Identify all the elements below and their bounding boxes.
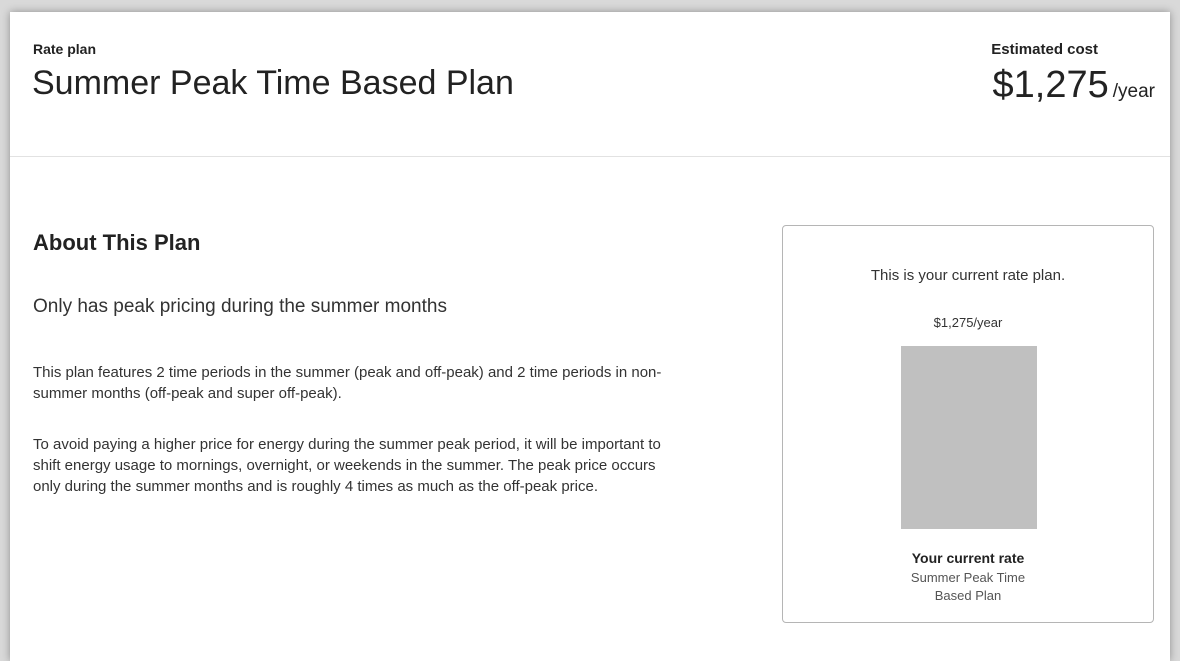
current-rate-title: Your current rate [911,550,1025,566]
estimated-cost: $1,275/year [993,64,1155,107]
rate-plan-panel: Rate plan Summer Peak Time Based Plan Es… [10,12,1170,661]
current-rate-card: This is your current rate plan. $1,275/y… [782,225,1154,623]
about-subtitle: Only has peak pricing during the summer … [33,296,447,317]
estimated-cost-label: Estimated cost [991,41,1098,58]
cost-amount: $1,275 [992,64,1109,106]
cost-unit: /year [1112,81,1155,102]
current-rate-name: Summer Peak Time Based Plan [910,570,1026,603]
plan-header: Rate plan Summer Peak Time Based Plan Es… [10,12,1170,157]
about-heading: About This Plan [33,230,201,255]
plan-title: Summer Peak Time Based Plan [32,64,514,102]
about-paragraph: This plan features 2 time periods in the… [33,364,662,402]
about-paragraph: To avoid paying a higher price for energ… [33,436,661,495]
current-rate-message: This is your current rate plan. [870,267,1066,284]
cost-bar-label: $1,275/year [933,315,1003,330]
rate-plan-label: Rate plan [33,41,97,57]
cost-bar [901,346,1037,529]
